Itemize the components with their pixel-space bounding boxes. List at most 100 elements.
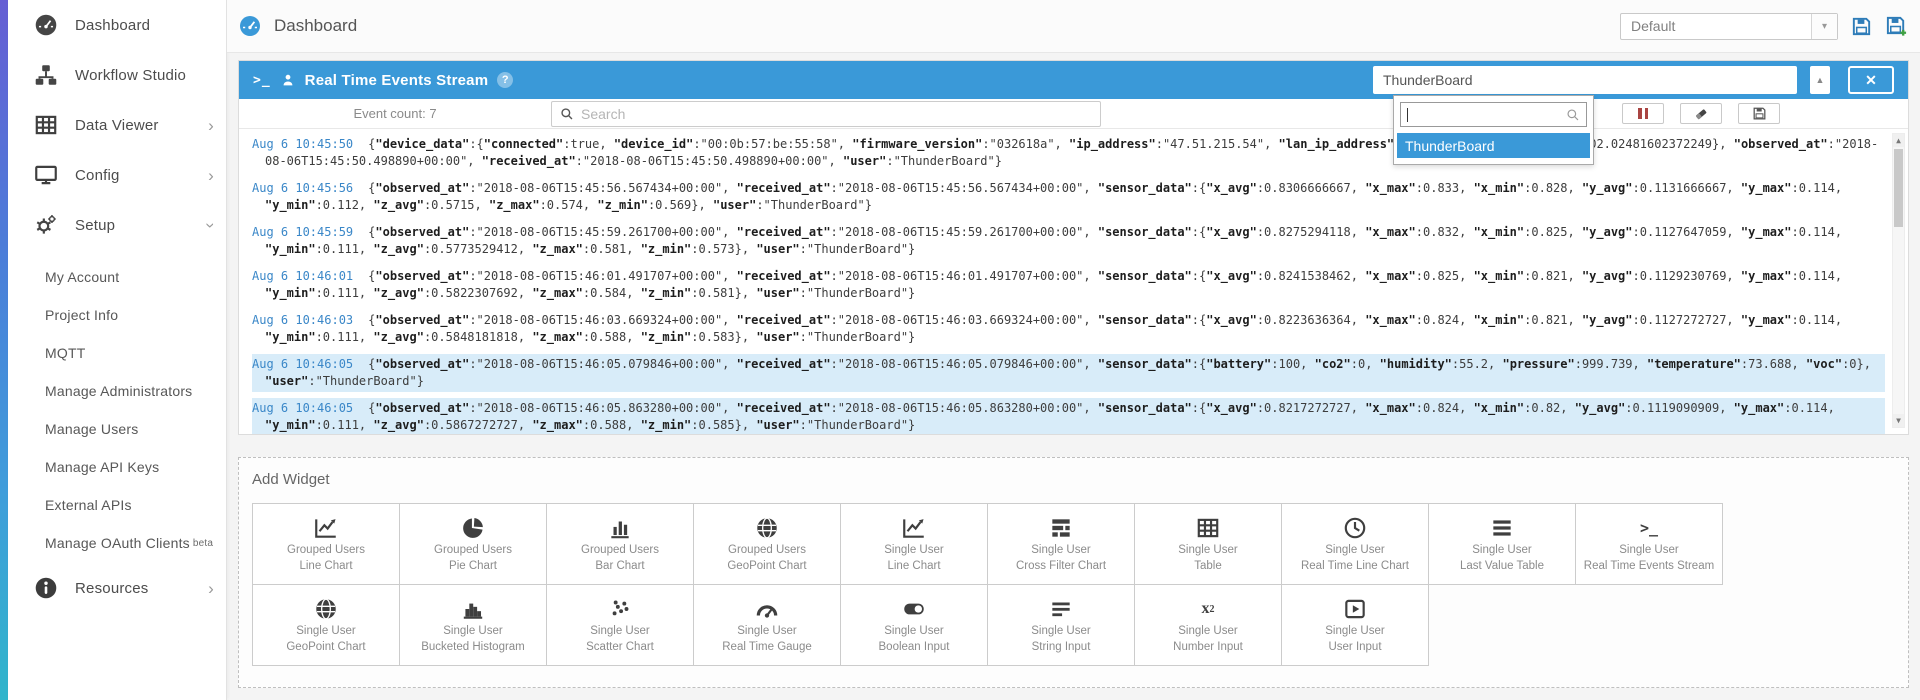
widget-tile-user-input[interactable]: Single User User Input [1281, 584, 1429, 666]
widget-group-label: Single User [590, 625, 649, 638]
save-events-button[interactable] [1738, 103, 1780, 124]
event-count-label: Event count: 7 [239, 106, 551, 121]
sidebar-item-label: Dashboard [75, 17, 214, 34]
sidebar-subitem-mqtt[interactable]: MQTT [8, 334, 226, 372]
widget-group-label: Grouped Users [728, 544, 806, 557]
subitem-label: Project Info [45, 307, 118, 323]
search-icon [1566, 108, 1580, 122]
widget-tile-table[interactable]: Single User Table [1134, 503, 1282, 585]
widget-tile-real-time-events-stream[interactable]: >_ Single User Real Time Events Stream [1575, 503, 1723, 585]
widget-tile-real-time-gauge[interactable]: Single User Real Time Gauge [693, 584, 841, 666]
close-icon: ✕ [1865, 72, 1877, 89]
widget-group-label: Single User [296, 625, 355, 638]
scrollbar-thumb[interactable] [1894, 149, 1903, 227]
event-log-entry: Aug 6 10:45:50{"device_data":{"connected… [252, 134, 1885, 172]
dashboard-select[interactable]: Default ▾ [1620, 13, 1838, 40]
subitem-label: My Account [45, 269, 119, 285]
widget-tile-grouped-bar-chart[interactable]: Grouped Users Bar Chart [546, 503, 694, 585]
event-timestamp: Aug 6 10:46:05 [252, 401, 368, 415]
event-log-entry: Aug 6 10:46:03{"observed_at":"2018-08-06… [252, 310, 1885, 348]
sidebar-subitem-manage-api-keys[interactable]: Manage API Keys [8, 448, 226, 486]
widget-tile-boolean-input[interactable]: Single User Boolean Input [840, 584, 988, 666]
line-chart-icon [313, 515, 339, 541]
event-timestamp: Aug 6 10:46:05 [252, 357, 368, 371]
widget-type-label: GeoPoint Chart [727, 560, 806, 573]
widget-tile-single-geopoint-chart[interactable]: Single User GeoPoint Chart [252, 584, 400, 666]
widget-title: Real Time Events Stream [305, 72, 489, 89]
widget-tile-cross-filter-chart[interactable]: Single User Cross Filter Chart [987, 503, 1135, 585]
scroll-up-icon[interactable]: ▲ [1893, 134, 1904, 147]
sidebar-subitem-manage-users[interactable]: Manage Users [8, 410, 226, 448]
events-log: Aug 6 10:45:50{"device_data":{"connected… [239, 129, 1908, 434]
device-combo[interactable]: ThunderBoard [1373, 66, 1797, 94]
event-timestamp: Aug 6 10:45:59 [252, 225, 368, 239]
widget-group-label: Single User [884, 625, 943, 638]
sidebar-item-resources[interactable]: Resources › [8, 568, 226, 608]
widget-tile-real-time-line-chart[interactable]: Single User Real Time Line Chart [1281, 503, 1429, 585]
play-square-icon [1342, 596, 1368, 622]
help-icon[interactable]: ? [497, 72, 513, 88]
widget-tile-last-value-table[interactable]: Single User Last Value Table [1428, 503, 1576, 585]
dashboard-select-value: Default [1621, 18, 1811, 34]
page-header: Dashboard Default ▾ [227, 0, 1920, 53]
info-icon [33, 575, 59, 601]
sidebar-subitem-external-apis[interactable]: External APIs [8, 486, 226, 524]
sidebar-item-data-viewer[interactable]: Data Viewer › [8, 100, 226, 150]
chevron-right-icon: › [208, 167, 214, 184]
subitem-label: Manage OAuth Clients [45, 535, 190, 551]
beta-badge: beta [193, 538, 213, 549]
events-stream-header: >_ Real Time Events Stream ? ThunderBoar… [239, 61, 1908, 99]
sidebar-subitem-manage-oauth-clients[interactable]: Manage OAuth Clientsbeta [8, 524, 226, 562]
widget-group-label: Single User [1031, 544, 1090, 557]
log-scrollbar[interactable]: ▲ ▼ [1892, 133, 1905, 428]
widget-group-label: Single User [884, 544, 943, 557]
sidebar-item-config[interactable]: Config › [8, 150, 226, 200]
sidebar: Dashboard Workflow Studio Data Viewer › … [8, 0, 227, 700]
bar-chart-icon [607, 515, 633, 541]
widget-tile-single-line-chart[interactable]: Single User Line Chart [840, 503, 988, 585]
widget-tile-grouped-line-chart[interactable]: Grouped Users Line Chart [252, 503, 400, 585]
widget-tile-grouped-pie-chart[interactable]: Grouped Users Pie Chart [399, 503, 547, 585]
sidebar-item-dashboard[interactable]: Dashboard [8, 0, 226, 50]
sidebar-item-label: Workflow Studio [75, 67, 214, 84]
widget-grid: Grouped Users Line Chart Grouped Users P… [252, 503, 1908, 666]
clear-events-button[interactable] [1680, 103, 1722, 124]
sidebar-subitem-project-info[interactable]: Project Info [8, 296, 226, 334]
combo-collapse-icon[interactable]: ▲ [1810, 66, 1830, 94]
widget-tile-grouped-geopoint-chart[interactable]: Grouped Users GeoPoint Chart [693, 503, 841, 585]
widget-type-label: GeoPoint Chart [286, 641, 365, 654]
sidebar-item-label: Config [75, 167, 208, 184]
save-dashboard-button[interactable] [1850, 15, 1873, 38]
sidebar-subitem-manage-administrators[interactable]: Manage Administrators [8, 372, 226, 410]
pause-icon [1638, 108, 1648, 119]
widget-type-label: Table [1194, 560, 1222, 573]
table-icon [1195, 515, 1221, 541]
widget-tile-string-input[interactable]: Single User String Input [987, 584, 1135, 666]
scroll-down-icon[interactable]: ▼ [1893, 414, 1904, 427]
widget-type-label: Scatter Chart [586, 641, 654, 654]
event-search-input[interactable] [581, 106, 1092, 122]
device-search-input[interactable] [1400, 102, 1587, 127]
sidebar-item-workflow-studio[interactable]: Workflow Studio [8, 50, 226, 100]
widget-type-label: Bar Chart [595, 560, 644, 573]
event-log-entry: Aug 6 10:46:01{"observed_at":"2018-08-06… [252, 266, 1885, 304]
widget-tile-number-input[interactable]: x2 Single User Number Input [1134, 584, 1282, 666]
event-json: {"device_data":{"connected":true, "devic… [265, 137, 1878, 168]
device-option-thunderboard[interactable]: ThunderBoard [1397, 133, 1590, 158]
close-widget-button[interactable]: ✕ [1848, 66, 1894, 94]
pause-stream-button[interactable] [1622, 103, 1664, 124]
event-json: {"observed_at":"2018-08-06T15:46:05.8632… [265, 401, 1842, 432]
widget-tile-bucketed-histogram[interactable]: Single User Bucketed Histogram [399, 584, 547, 666]
globe-icon [313, 596, 339, 622]
event-timestamp: Aug 6 10:45:56 [252, 181, 368, 195]
sidebar-subitem-my-account[interactable]: My Account [8, 258, 226, 296]
widget-tile-scatter-chart[interactable]: Single User Scatter Chart [546, 584, 694, 666]
sidebar-item-setup[interactable]: Setup › [8, 200, 226, 250]
widget-group-label: Single User [737, 625, 796, 638]
event-log-entry-highlighted: Aug 6 10:46:05{"observed_at":"2018-08-06… [252, 354, 1885, 392]
event-json: {"observed_at":"2018-08-06T15:46:03.6693… [265, 313, 1849, 344]
gauge-icon [754, 596, 780, 622]
add-widget-panel: Add Widget Grouped Users Line Chart Grou… [238, 457, 1909, 688]
save-dashboard-as-button[interactable] [1885, 15, 1908, 38]
widget-group-label: Single User [1619, 544, 1678, 557]
